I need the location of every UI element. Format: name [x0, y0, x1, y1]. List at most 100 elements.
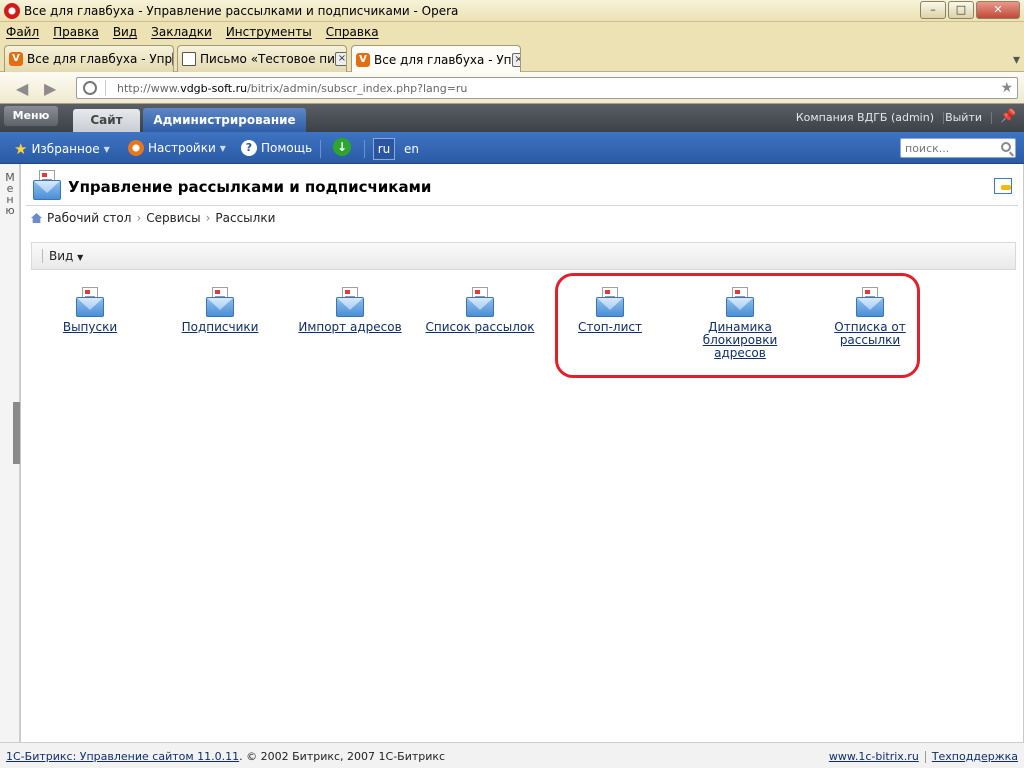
tab-close-icon[interactable]: ×: [172, 52, 173, 66]
minimize-button[interactable]: –: [920, 1, 946, 19]
close-button[interactable]: ✕: [976, 1, 1020, 19]
gear-icon: [128, 140, 144, 156]
settings-menu[interactable]: Настройки ▼: [128, 140, 226, 156]
tab-1[interactable]: V Все для главбуха - Упр ×: [4, 45, 174, 72]
window-title: Все для главбуха - Управление рассылками…: [24, 4, 459, 18]
item-link[interactable]: Выпуски: [25, 321, 155, 334]
footer: 1С-Битрикс: Управление сайтом 11.0.11. ©…: [0, 742, 1024, 768]
menu-bar: Файл Правка Вид Закладки Инструменты Спр…: [0, 22, 1024, 42]
menu-help[interactable]: Справка: [326, 25, 379, 39]
item-mailing-list[interactable]: Список рассылок: [415, 287, 545, 334]
bookmark-star-icon[interactable]: ★: [1000, 80, 1013, 96]
item-subscribers[interactable]: Подписчики: [155, 287, 285, 334]
help-icon: ?: [241, 140, 257, 156]
view-toolbar: Вид ▼: [31, 242, 1016, 270]
tab-site[interactable]: Сайт: [73, 109, 140, 132]
tab-close-icon[interactable]: ×: [511, 52, 520, 67]
star-icon: ★: [14, 140, 28, 158]
item-link[interactable]: Список рассылок: [415, 321, 545, 334]
mail-envelope-icon: [206, 287, 234, 317]
maximize-button[interactable]: □: [948, 1, 974, 19]
highlight-annotation: [555, 273, 920, 378]
help-button[interactable]: ? Помощь: [241, 140, 312, 156]
tab-administration[interactable]: Администрирование: [143, 108, 306, 132]
export-icon[interactable]: [994, 178, 1012, 194]
settings-label: Настройки: [148, 141, 216, 155]
update-button[interactable]: ↓: [333, 138, 351, 156]
breadcrumb-mailings[interactable]: Рассылки: [215, 211, 275, 225]
browser-window: Все для главбуха - Управление рассылками…: [0, 0, 1024, 768]
item-import-addresses[interactable]: Импорт адресов: [285, 287, 415, 334]
tab-label: Все для главбуха - Упр: [27, 52, 173, 66]
window-controls: – □ ✕: [920, 1, 1020, 19]
footer-copyright: 1С-Битрикс: Управление сайтом 11.0.11. ©…: [6, 750, 445, 763]
update-arrow-icon: ↓: [333, 138, 351, 156]
tab-3[interactable]: V Все для главбуха - Уп ×: [351, 45, 521, 73]
logout-link[interactable]: Выйти: [945, 111, 982, 124]
product-link[interactable]: 1С-Битрикс: Управление сайтом 11.0.11: [6, 750, 239, 763]
search-input[interactable]: [901, 139, 995, 157]
support-link[interactable]: Техподдержка: [932, 750, 1018, 763]
user-link[interactable]: Компания ВДГБ (admin): [796, 111, 934, 124]
page-title: Управление рассылками и подписчиками: [68, 178, 432, 196]
site-link[interactable]: www.1c-bitrix.ru: [829, 750, 919, 763]
tab-list-icon[interactable]: ▾: [1013, 52, 1020, 68]
lang-en-button[interactable]: en: [404, 142, 419, 156]
help-label: Помощь: [261, 141, 313, 155]
divider: [991, 112, 992, 124]
pin-icon[interactable]: 📌: [1000, 109, 1016, 125]
breadcrumb-desktop[interactable]: Рабочий стол: [47, 211, 131, 225]
globe-icon: [83, 81, 97, 95]
menu-tools[interactable]: Инструменты: [226, 25, 312, 39]
menu-bookmarks[interactable]: Закладки: [151, 25, 212, 39]
item-issues[interactable]: Выпуски: [25, 287, 155, 334]
favorites-menu[interactable]: ★ Избранное ▼: [14, 140, 110, 158]
menu-file[interactable]: Файл: [6, 25, 39, 39]
menu-edit[interactable]: Правка: [53, 25, 99, 39]
lang-ru-button[interactable]: ru: [373, 138, 395, 160]
bitrix-top-panel: Меню Сайт Администрирование Компания ВДГ…: [0, 104, 1024, 132]
divider: [26, 205, 1018, 206]
footer-links: www.1c-bitrix.ru Техподдержка: [829, 750, 1018, 763]
mail-envelope-icon: [33, 170, 61, 200]
home-icon[interactable]: [31, 213, 42, 223]
tab-close-icon[interactable]: ×: [334, 52, 346, 66]
vertical-menu-label[interactable]: М е н ю: [4, 172, 16, 216]
chevron-down-icon: ▼: [77, 253, 84, 262]
tab-bar: V Все для главбуха - Упр × Письмо «Тесто…: [0, 42, 1024, 73]
favorites-label: Избранное: [31, 142, 100, 156]
item-link[interactable]: Подписчики: [155, 321, 285, 334]
chevron-down-icon: ▼: [219, 143, 226, 153]
search-icon[interactable]: [1001, 142, 1011, 152]
divider: [320, 140, 321, 158]
expand-handle[interactable]: [13, 402, 20, 464]
url-text[interactable]: http://www.vdgb-soft.ru/bitrix/admin/sub…: [117, 82, 467, 95]
v-icon: V: [9, 52, 23, 66]
copyright-text: . © 2002 Битрикс, 2007 1С-Битрикс: [239, 750, 446, 763]
tab-label: Письмо «Тестовое пи: [200, 52, 335, 66]
divider: [105, 80, 106, 96]
tab-2[interactable]: Письмо «Тестовое пи ×: [177, 45, 347, 72]
mail-envelope-icon: [336, 287, 364, 317]
title-bar: Все для главбуха - Управление рассылками…: [0, 0, 1024, 22]
opera-logo-icon[interactable]: [4, 3, 20, 19]
menu-button[interactable]: Меню: [4, 106, 58, 126]
forward-arrow-icon[interactable]: ▶: [44, 79, 56, 98]
back-arrow-icon[interactable]: ◀: [16, 79, 28, 98]
search-box: [900, 138, 1016, 158]
address-field[interactable]: http://www.vdgb-soft.ru/bitrix/admin/sub…: [76, 77, 1018, 99]
breadcrumb: Рабочий стол › Сервисы › Рассылки: [31, 211, 275, 225]
address-toolbar: ◀ ▶ http://www.vdgb-soft.ru/bitrix/admin…: [0, 72, 1024, 104]
mail-envelope-icon: [466, 287, 494, 317]
view-menu-button[interactable]: Вид ▼: [42, 249, 83, 263]
bitrix-toolbar: ★ Избранное ▼ Настройки ▼ ? Помощь ↓: [0, 132, 1024, 164]
left-menu-strip[interactable]: М е н ю: [0, 164, 20, 742]
mail-envelope-icon: [76, 287, 104, 317]
menu-view[interactable]: Вид: [113, 25, 137, 39]
chevron-right-icon: ›: [205, 211, 211, 225]
tab-label: Все для главбуха - Уп: [374, 52, 512, 67]
breadcrumb-services[interactable]: Сервисы: [146, 211, 200, 225]
mail-icon: [182, 52, 196, 66]
divider: [943, 112, 944, 124]
item-link[interactable]: Импорт адресов: [285, 321, 415, 334]
